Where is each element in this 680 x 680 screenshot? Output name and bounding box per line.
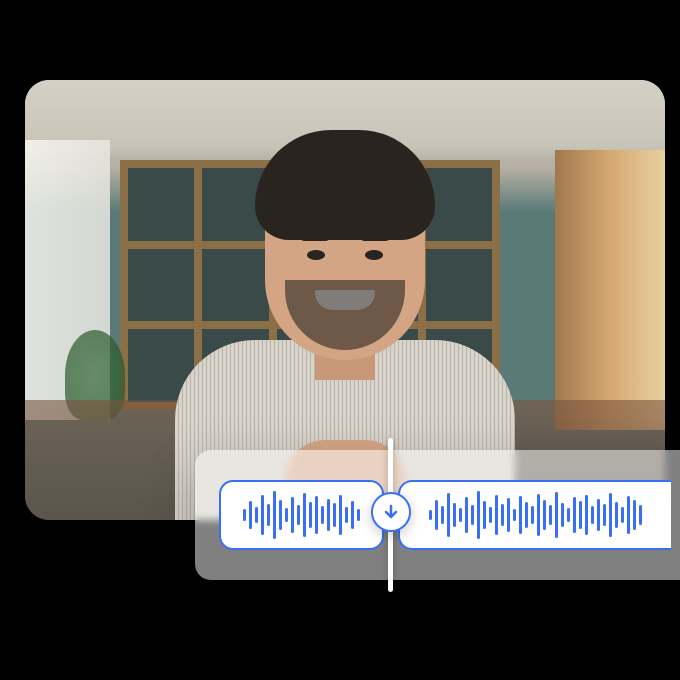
waveform-bar <box>591 506 594 524</box>
waveform-bar <box>495 495 498 535</box>
waveform-bar <box>321 506 324 524</box>
waveform-bar <box>429 510 432 520</box>
waveform-bar <box>243 509 246 521</box>
waveform-bar <box>585 495 588 535</box>
waveform-bar <box>333 503 336 527</box>
waveform-bar <box>255 507 258 523</box>
waveform-bar <box>561 503 564 527</box>
waveform-bar <box>513 509 516 521</box>
waveform-bar <box>345 507 348 523</box>
waveform-bar <box>555 492 558 538</box>
waveform-bar <box>315 496 318 534</box>
playhead-handle[interactable] <box>371 492 411 532</box>
waveform-bar <box>501 504 504 526</box>
waveform-bar <box>531 506 534 524</box>
waveform-bar <box>483 501 486 529</box>
playhead[interactable] <box>388 438 393 592</box>
waveform-bar <box>567 508 570 522</box>
waveform-bar <box>579 501 582 529</box>
waveform-bar <box>249 501 252 529</box>
waveform-bar <box>351 501 354 529</box>
waveform-bar <box>279 500 282 530</box>
waveform-bar <box>273 491 276 539</box>
waveform-bar <box>549 505 552 525</box>
doorway <box>555 150 665 430</box>
waveform-bar <box>297 505 300 525</box>
waveform-bar <box>525 502 528 528</box>
waveform-bar <box>543 500 546 530</box>
audio-segment-1[interactable] <box>219 480 384 550</box>
waveform-bar <box>261 495 264 535</box>
waveform-bar <box>459 508 462 522</box>
waveform-bar <box>615 502 618 528</box>
audio-timeline-panel <box>195 450 680 580</box>
waveform-bar <box>597 499 600 531</box>
waveform-bar <box>477 491 480 539</box>
waveform-bar <box>339 495 342 535</box>
waveform-bar <box>291 497 294 533</box>
waveform-bar <box>639 505 642 525</box>
waveform-bar <box>603 504 606 526</box>
waveform-bar <box>489 507 492 523</box>
waveform-bar <box>441 506 444 524</box>
audio-segment-2[interactable] <box>398 480 671 550</box>
waveform-bar <box>537 494 540 536</box>
waveform-bar <box>507 498 510 532</box>
waveform-bar <box>519 496 522 534</box>
arrow-down-icon <box>383 504 399 520</box>
waveform-bar <box>303 493 306 537</box>
waveform-bar <box>633 500 636 530</box>
waveform-bar <box>465 497 468 533</box>
waveform-bar <box>621 507 624 523</box>
waveform-bar <box>327 499 330 531</box>
waveform-bar <box>471 505 474 525</box>
waveform-bar <box>435 500 438 530</box>
waveform-bar <box>627 496 630 534</box>
waveform-bar <box>573 497 576 533</box>
waveform-bar <box>609 493 612 537</box>
waveform-bar <box>453 503 456 527</box>
waveform-bar <box>309 502 312 528</box>
waveform-bar <box>285 508 288 522</box>
waveform-bar <box>267 504 270 526</box>
waveform-bar <box>447 493 450 537</box>
waveform-bar <box>357 509 360 521</box>
